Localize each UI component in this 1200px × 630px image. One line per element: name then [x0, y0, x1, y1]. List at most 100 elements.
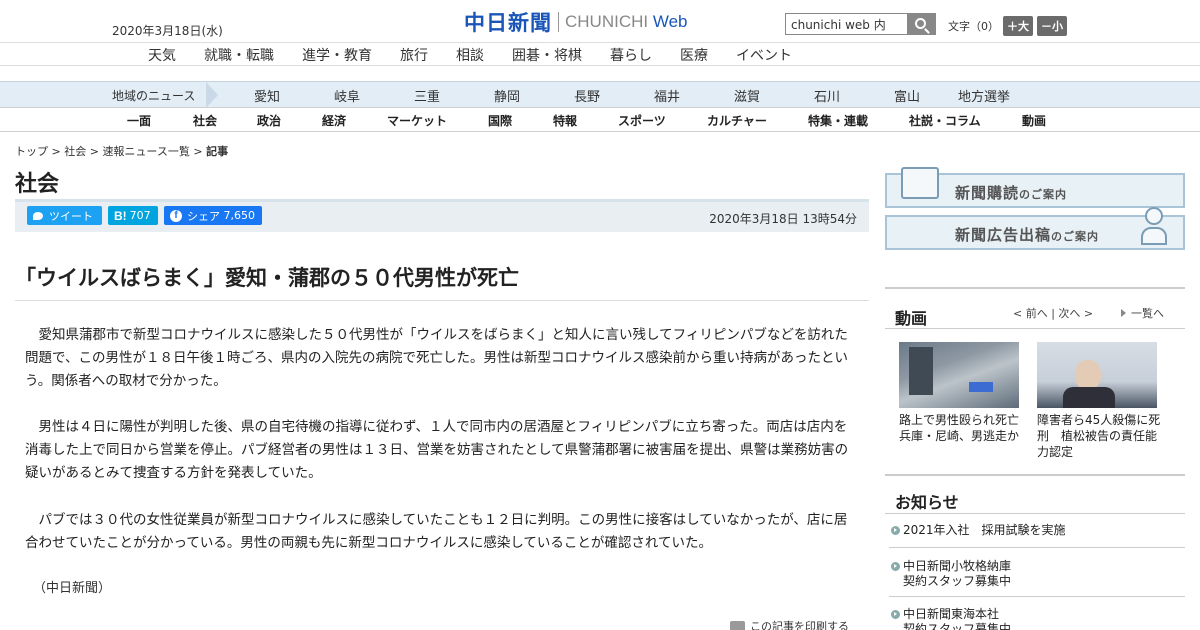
section-society[interactable]: 社会: [193, 112, 217, 129]
facebook-icon: f: [170, 209, 182, 222]
topnav-weather[interactable]: 天気: [148, 45, 176, 65]
facebook-share-button[interactable]: f シェア 7,650: [164, 206, 262, 225]
tweet-button[interactable]: ツイート: [27, 206, 102, 225]
subscription-banner-text: 新聞購読のご案内: [955, 184, 1068, 202]
notice-item[interactable]: 中日新聞小牧格納庫 契約スタッフ募集中: [889, 559, 1185, 597]
section-international[interactable]: 国際: [488, 112, 512, 129]
print-label: この記事を印刷する: [750, 620, 849, 630]
region-shizuoka[interactable]: 静岡: [494, 86, 520, 105]
region-toyama[interactable]: 富山: [894, 86, 920, 105]
breadcrumb-separator: >: [86, 145, 103, 158]
breadcrumb-separator: >: [189, 145, 207, 158]
video-thumbnail[interactable]: [899, 342, 1019, 408]
font-size-control: 文字（0） ＋大 －小: [948, 16, 1067, 36]
region-nagano[interactable]: 長野: [574, 86, 600, 105]
section-sports[interactable]: スポーツ: [618, 112, 666, 129]
search-button[interactable]: [907, 13, 936, 35]
article-paragraph: 愛知県蒲郡市で新型コロナウイルスに感染した５０代男性が「ウイルスをばらまく」と知…: [25, 327, 848, 389]
hatena-bookmark-button[interactable]: B! 707: [108, 206, 158, 225]
advertising-banner[interactable]: 新聞広告出稿のご案内: [885, 207, 1185, 250]
logo-divider: [558, 12, 559, 32]
topnav-jobs[interactable]: 就職・転職: [204, 45, 274, 65]
region-gifu[interactable]: 岐阜: [334, 86, 360, 105]
arrow-circle-icon: [891, 526, 900, 535]
arrow-circle-icon: [891, 562, 900, 571]
font-size-label: 文字（0）: [948, 20, 999, 33]
article-paragraph: パブでは３０代の女性従業員が新型コロナウイルスに感染していたことも１２日に判明。…: [25, 512, 848, 551]
region-fukui[interactable]: 福井: [654, 86, 680, 105]
topnav-living[interactable]: 暮らし: [610, 45, 652, 65]
hatena-bookmark-icon: B!: [114, 208, 127, 223]
section-navigation: 一面 社会 政治 経済 マーケット 国際 特報 スポーツ カルチャー 特集・連載…: [0, 107, 1200, 132]
businessman-icon: [1141, 207, 1167, 247]
current-date: 2020年3月18日(水): [112, 24, 223, 38]
section-special-report[interactable]: 特報: [553, 112, 577, 129]
top-navigation: 天気 就職・転職 進学・教育 旅行 相談 囲碁・将棋 暮らし 医療 イベント: [0, 42, 1200, 66]
newspaper-icon: [901, 167, 939, 199]
topnav-consult[interactable]: 相談: [456, 45, 484, 65]
section-politics[interactable]: 政治: [257, 112, 281, 129]
video-caption[interactable]: 障害者ら45人殺傷に死刑 植松被告の責任能力認定: [1037, 412, 1161, 460]
arrow-circle-icon: [891, 610, 900, 619]
region-arrow: [206, 82, 218, 108]
section-video[interactable]: 動画: [1022, 112, 1046, 129]
region-news-label: 地域のニュース: [112, 89, 196, 103]
notice-panel-title: お知らせ: [895, 493, 959, 512]
section-market[interactable]: マーケット: [387, 112, 447, 129]
notice-item[interactable]: 中日新聞東海本社 契約スタッフ募集中: [889, 607, 1185, 630]
video-panel: 動画 < 前へ | 次へ > 一覧へ 路上で男性殴られ死亡 兵庫・尼崎、男逃走か…: [885, 287, 1185, 460]
search-icon: [915, 17, 926, 29]
tweet-label: ツイート: [49, 209, 93, 223]
breadcrumb-current: 記事: [206, 145, 229, 158]
video-prev-next[interactable]: < 前へ | 次へ >: [1013, 305, 1093, 321]
logo-japanese: 中日新聞: [464, 11, 552, 35]
section-editorials[interactable]: 社説・コラム: [909, 112, 981, 129]
topnav-medical[interactable]: 医療: [680, 45, 708, 65]
site-logo[interactable]: 中日新聞 CHUNICHI Web: [464, 10, 688, 35]
font-size-down-button[interactable]: －小: [1037, 16, 1067, 36]
subscription-banner[interactable]: 新聞購読のご案内: [885, 167, 1185, 208]
region-ishikawa[interactable]: 石川: [814, 86, 840, 105]
video-panel-title: 動画: [895, 309, 928, 328]
section-front-page[interactable]: 一面: [127, 112, 151, 129]
article-credit: （中日新聞）: [33, 581, 112, 596]
topnav-igo-shogi[interactable]: 囲碁・将棋: [512, 45, 582, 65]
headline-divider: [15, 300, 869, 301]
search-input[interactable]: [785, 13, 907, 35]
share-bar: ツイート B! 707 f シェア 7,650 2020年3月18日 13時54…: [15, 199, 869, 232]
video-caption[interactable]: 路上で男性殴られ死亡 兵庫・尼崎、男逃走か: [899, 412, 1031, 444]
breadcrumb: トップ > 社会 > 速報ニュース一覧 > 記事: [15, 143, 228, 159]
region-local-elections[interactable]: 地方選挙: [958, 86, 1010, 105]
region-shiga[interactable]: 滋賀: [734, 86, 760, 105]
print-article-link[interactable]: この記事を印刷する: [730, 618, 849, 630]
notice-panel-header: お知らせ: [885, 474, 1185, 514]
section-culture[interactable]: カルチャー: [707, 112, 767, 129]
printer-icon: [730, 620, 745, 630]
section-features[interactable]: 特集・連載: [808, 112, 868, 129]
breadcrumb-breaking-news[interactable]: 速報ニュース一覧: [102, 145, 189, 158]
region-mie[interactable]: 三重: [414, 86, 440, 105]
video-panel-header: 動画 < 前へ | 次へ > 一覧へ: [885, 289, 1185, 329]
breadcrumb-separator: >: [48, 145, 65, 158]
video-thumbnail[interactable]: [1037, 342, 1157, 408]
topnav-education[interactable]: 進学・教育: [302, 45, 372, 65]
facebook-share-count: 7,650: [223, 209, 256, 222]
article-paragraph: 男性は４日に陽性が判明した後、県の自宅待機の指導に従わず、１人で同市内の居酒屋と…: [25, 419, 849, 481]
font-size-up-button[interactable]: ＋大: [1003, 16, 1033, 36]
advertising-banner-text: 新聞広告出稿のご案内: [955, 226, 1100, 244]
section-title: 社会: [15, 172, 60, 197]
breadcrumb-society[interactable]: 社会: [64, 145, 86, 158]
video-list-link[interactable]: 一覧へ: [1121, 305, 1164, 321]
section-economy[interactable]: 経済: [322, 112, 346, 129]
notice-item[interactable]: 2021年入社 採用試験を実施: [889, 523, 1185, 548]
article-headline: 「ウイルスばらまく」愛知・蒲郡の５０代男性が死亡: [15, 266, 519, 290]
region-aichi[interactable]: 愛知: [254, 86, 280, 105]
topnav-events[interactable]: イベント: [736, 45, 792, 65]
topnav-travel[interactable]: 旅行: [400, 45, 428, 65]
arrow-right-icon: [1121, 309, 1126, 317]
facebook-share-label: シェア: [187, 209, 220, 223]
breadcrumb-top[interactable]: トップ: [15, 145, 48, 158]
publish-datetime: 2020年3月18日 13時54分: [709, 212, 857, 226]
notice-panel: お知らせ 2021年入社 採用試験を実施 中日新聞小牧格納庫 契約スタッフ募集中…: [885, 474, 1185, 630]
site-search: [785, 13, 936, 35]
